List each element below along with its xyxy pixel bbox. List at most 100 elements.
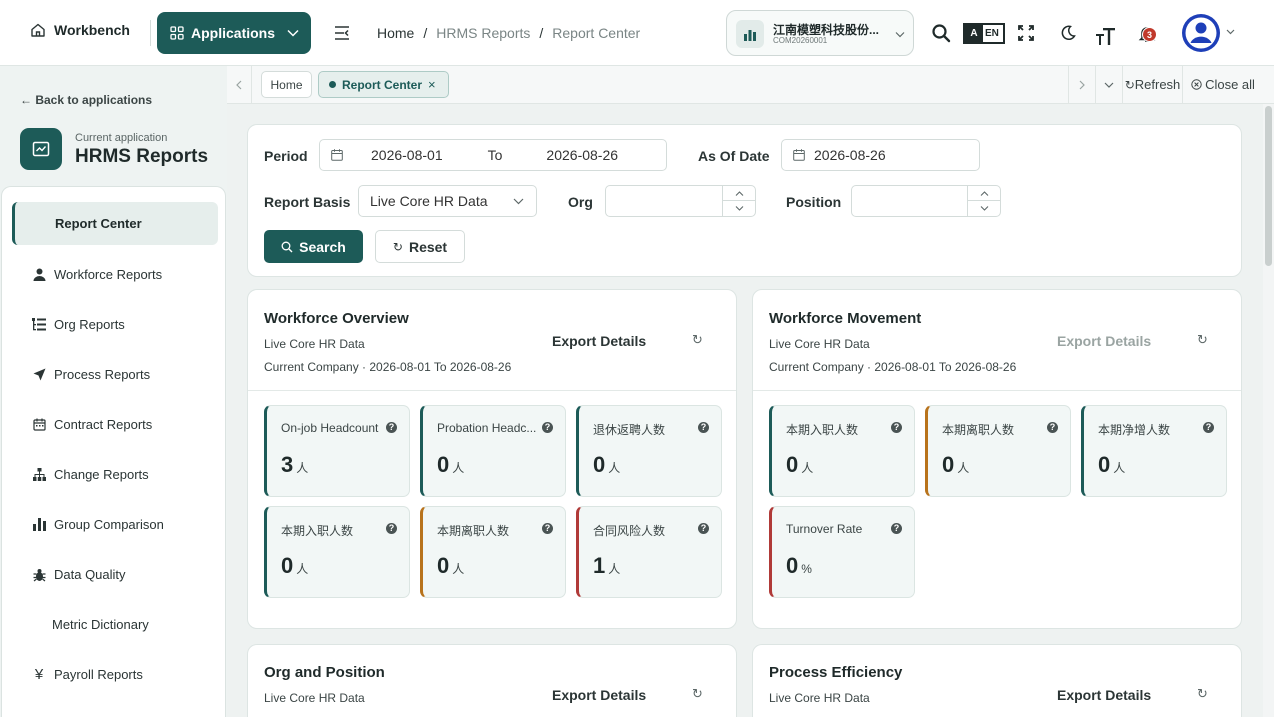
metric-unit: 人 <box>296 461 309 475</box>
back-to-applications[interactable]: ← Back to applications <box>20 93 152 107</box>
sidebar-item-label: Workforce Reports <box>54 267 163 282</box>
current-app-caption: Current application <box>75 132 168 144</box>
org-stepper[interactable] <box>605 185 756 217</box>
breadcrumb-hrms[interactable]: HRMS Reports <box>436 25 530 41</box>
export-details-button[interactable]: Export Details <box>552 333 646 349</box>
close-icon[interactable]: × <box>428 77 436 92</box>
search-button[interactable]: Search <box>264 230 363 263</box>
refresh-icon: ↻ <box>1124 77 1135 92</box>
calendar-icon <box>793 149 805 161</box>
tab-label: Home <box>270 77 303 92</box>
close-all-label: Close all <box>1205 77 1255 92</box>
sidebar-item-group-comparison[interactable]: Group Comparison <box>12 503 218 546</box>
report-basis-select[interactable]: Live Core HR Data <box>358 185 537 217</box>
chevron-right-icon <box>1079 80 1085 90</box>
help-icon[interactable]: ? <box>1047 422 1058 433</box>
period-start-input[interactable]: 2026-08-01 <box>371 147 443 163</box>
company-chart-icon <box>736 20 764 48</box>
refresh-label: Refresh <box>1134 77 1181 92</box>
close-all-button[interactable]: Close all <box>1182 66 1263 103</box>
tabs-menu-dropdown[interactable] <box>1095 66 1122 103</box>
chevron-down-icon[interactable] <box>723 201 755 216</box>
company-selector[interactable]: 江南模塑科技股份... COM20260001 <box>726 10 914 56</box>
metric-card[interactable]: 本期离职人数 ? 0人 <box>925 405 1071 497</box>
tabs-scroll-left[interactable] <box>227 66 252 103</box>
sidebar-item-org-reports[interactable]: Org Reports <box>12 303 218 346</box>
breadcrumb-home[interactable]: Home <box>377 25 414 41</box>
applications-label: Applications <box>191 25 276 41</box>
main-scrollbar[interactable] <box>1263 104 1274 717</box>
help-icon[interactable]: ? <box>542 422 553 433</box>
metric-card[interactable]: 合同风险人数 ? 1人 <box>576 506 722 598</box>
workbench-link[interactable]: Workbench <box>30 22 130 38</box>
sidebar-item-label: Metric Dictionary <box>52 617 149 632</box>
help-icon[interactable]: ? <box>386 422 397 433</box>
language-toggle[interactable]: A EN <box>963 23 1005 44</box>
chevron-down-icon[interactable] <box>968 201 1000 216</box>
period-end-input[interactable]: 2026-08-26 <box>546 147 618 163</box>
reset-button[interactable]: ↻ Reset <box>375 230 465 263</box>
metric-card[interactable]: 本期入职人数 ? 0人 <box>264 506 410 598</box>
metric-value: 1人 <box>593 553 620 579</box>
applications-button[interactable]: Applications <box>157 12 311 54</box>
help-icon[interactable]: ? <box>891 422 902 433</box>
metric-card[interactable]: 本期入职人数 ? 0人 <box>769 405 915 497</box>
refresh-icon[interactable]: ↻ <box>692 332 703 348</box>
tab-home[interactable]: Home <box>261 71 312 98</box>
sidebar-item-data-quality[interactable]: Data Quality <box>12 553 218 596</box>
metric-card[interactable]: On-job Headcount ? 3人 <box>264 405 410 497</box>
sidebar-item-change-reports[interactable]: Change Reports <box>12 453 218 496</box>
divider <box>150 20 151 46</box>
search-icon[interactable] <box>929 21 953 45</box>
bell-icon[interactable]: 3 <box>1135 22 1159 46</box>
chevron-up-icon[interactable] <box>968 186 1000 201</box>
company-code: COM20260001 <box>773 36 828 45</box>
refresh-tab-button[interactable]: ↻ Refresh <box>1122 66 1182 103</box>
metric-card[interactable]: 退休返聘人数 ? 0人 <box>576 405 722 497</box>
refresh-icon[interactable]: ↻ <box>1197 332 1208 348</box>
dark-mode-icon[interactable] <box>1057 22 1079 44</box>
help-icon[interactable]: ? <box>891 523 902 534</box>
metric-label: Turnover Rate <box>786 522 863 536</box>
sidebar-item-report-center[interactable]: Report Center <box>12 202 218 245</box>
period-range-picker[interactable]: 2026-08-01 To 2026-08-26 <box>319 139 667 171</box>
user-avatar[interactable] <box>1181 13 1221 53</box>
process-efficiency-card: Process Efficiency Live Core HR Data Exp… <box>752 644 1242 717</box>
sidebar-item-contract-reports[interactable]: Contract Reports <box>12 403 218 446</box>
sidebar-item-metric-dictionary[interactable]: Metric Dictionary <box>12 603 218 646</box>
sidebar-item-workforce-reports[interactable]: Workforce Reports <box>12 253 218 296</box>
export-details-button[interactable]: Export Details <box>1057 687 1151 703</box>
sidebar-item-payroll-reports[interactable]: ¥ Payroll Reports <box>12 653 218 696</box>
help-icon[interactable]: ? <box>386 523 397 534</box>
fullscreen-icon[interactable] <box>1015 22 1037 44</box>
export-details-button[interactable]: Export Details <box>1057 333 1151 349</box>
help-icon[interactable]: ? <box>1203 422 1214 433</box>
help-icon[interactable]: ? <box>698 422 709 433</box>
sidebar-item-label: Process Reports <box>54 367 151 382</box>
chevron-up-icon[interactable] <box>723 186 755 201</box>
metric-card[interactable]: Probation Headc... ? 0人 <box>420 405 566 497</box>
export-details-button[interactable]: Export Details <box>552 687 646 703</box>
help-icon[interactable]: ? <box>698 523 709 534</box>
scrollbar-thumb[interactable] <box>1265 106 1272 266</box>
bug-icon <box>30 568 48 582</box>
section-scope: Current Company · 2026-08-01 To 2026-08-… <box>769 360 1017 374</box>
metric-unit: 人 <box>296 562 309 576</box>
metric-card[interactable]: 本期净增人数 ? 0人 <box>1081 405 1227 497</box>
period-label: Period <box>264 148 308 164</box>
sidebar-item-process-reports[interactable]: Process Reports <box>12 353 218 396</box>
refresh-icon[interactable]: ↻ <box>692 686 703 702</box>
chevron-down-icon[interactable] <box>1226 29 1235 35</box>
metric-card[interactable]: Turnover Rate ? 0% <box>769 506 915 598</box>
font-size-icon[interactable] <box>1093 24 1119 48</box>
refresh-icon[interactable]: ↻ <box>1197 686 1208 702</box>
metric-card[interactable]: 本期离职人数 ? 0人 <box>420 506 566 598</box>
tab-report-center[interactable]: Report Center × <box>318 71 449 98</box>
position-stepper[interactable] <box>851 185 1001 217</box>
help-icon[interactable]: ? <box>542 523 553 534</box>
tabs-scroll-right[interactable] <box>1068 66 1095 103</box>
metric-label: 本期入职人数 <box>281 524 354 538</box>
menu-collapse-icon[interactable] <box>331 22 353 44</box>
grid-icon <box>170 26 184 40</box>
as-of-date-picker[interactable]: 2026-08-26 <box>781 139 980 171</box>
